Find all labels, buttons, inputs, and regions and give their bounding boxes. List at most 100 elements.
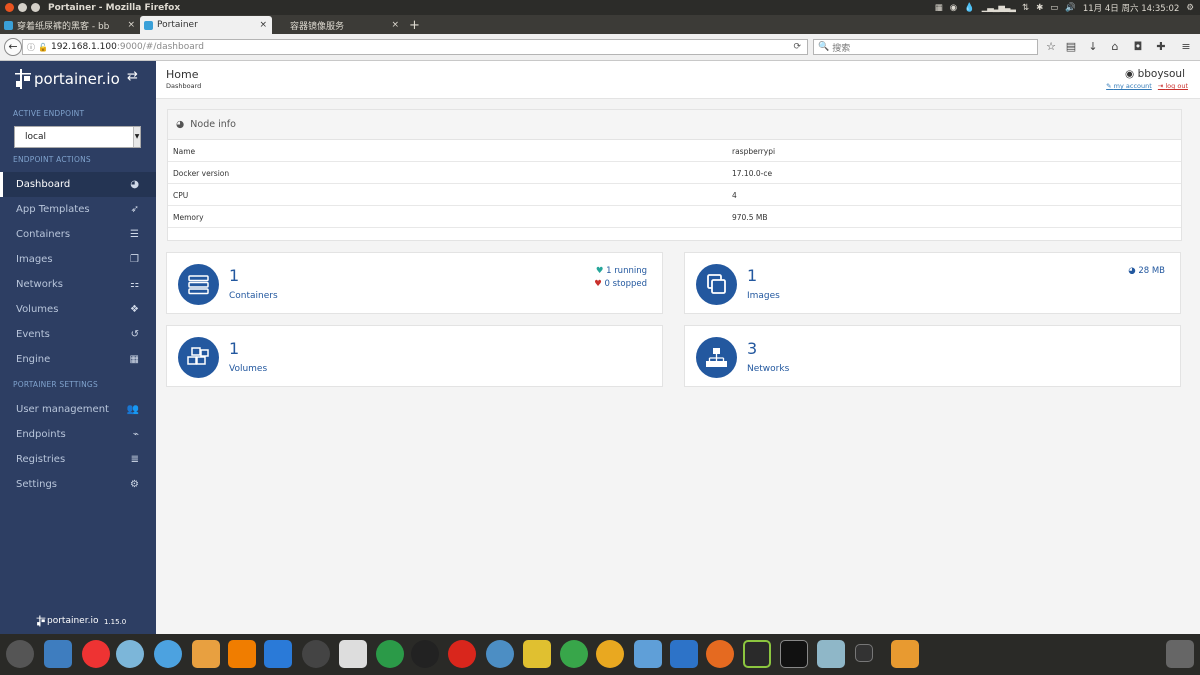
monitor-icon[interactable] [486,640,514,668]
info-icon[interactable]: ⓘ [27,42,35,53]
system-settings-icon[interactable] [6,640,34,668]
tab-portainer[interactable]: Portainer × [140,16,272,34]
sidebar-item-dashboard[interactable]: Dashboard ◕ [0,172,156,197]
history-icon: ↺ [130,329,139,340]
new-tab-button[interactable]: + [405,16,423,34]
portainer-settings-heading: PORTAINER SETTINGS [13,380,98,389]
pie-chart-icon: ◕ [1128,266,1136,276]
chevron-down-icon: ▼ [133,127,140,147]
drop-icon[interactable]: 💧 [964,3,975,13]
obs-icon[interactable] [411,640,439,668]
containers-widget[interactable]: 1 Containers ♥ 1 running ♥ 0 stopped [166,252,663,314]
menu-icon[interactable]: ≡ [1180,41,1192,53]
home-icon[interactable]: ⌂ [1109,41,1121,53]
image-viewer-icon[interactable] [192,640,220,668]
extension-icon[interactable]: ✚ [1155,41,1167,53]
close-tab-icon[interactable]: × [391,20,399,30]
breadcrumb: Dashboard [166,82,202,90]
feather-app-icon[interactable] [154,640,182,668]
node-info-key: Memory [173,213,204,222]
sidebar-item-networks[interactable]: Networks ⚏ [0,272,156,297]
portainer-logo[interactable]: portainer.io [14,65,120,93]
endpoint-actions-heading: ENDPOINT ACTIONS [13,155,91,164]
running-count: 1 running [606,266,647,276]
toggle-sidebar-icon[interactable]: ⇄ [127,69,138,84]
usb-drive-icon[interactable] [891,640,919,668]
sidebar-item-containers[interactable]: Containers ☰ [0,222,156,247]
sidebar-item-registries[interactable]: Registries ≣ [0,447,156,472]
clock[interactable]: 11月 4日 周六 14:35:02 [1083,2,1180,14]
firefox-icon[interactable] [706,640,734,668]
red-app-icon[interactable] [82,640,110,668]
bookmark-star-icon[interactable]: ☆ [1045,41,1057,53]
close-tab-icon[interactable]: × [127,20,135,30]
pycharm-icon[interactable] [743,640,771,668]
sidebar-item-engine[interactable]: Engine ▦ [0,347,156,372]
downloader-icon[interactable] [264,640,292,668]
sidebar-item-volumes[interactable]: Volumes ❖ [0,297,156,322]
reload-icon[interactable]: ⟳ [793,42,801,52]
remote-desktop-icon[interactable] [817,640,845,668]
endpoint-select[interactable]: local ▼ [14,126,141,148]
log-out-link[interactable]: ⇥ log out [1158,82,1188,90]
reading-list-icon[interactable]: ▤ [1065,41,1077,53]
sidebar-item-endpoints[interactable]: Endpoints ⌁ [0,422,156,447]
text-editor-icon[interactable] [44,640,72,668]
maximize-window-button[interactable] [31,3,40,12]
my-account-link[interactable]: ✎ my account [1106,82,1152,90]
vlc-icon[interactable] [228,640,256,668]
minimize-window-button[interactable] [18,3,27,12]
bluetooth-icon[interactable]: ✱ [1036,3,1043,13]
url-bar[interactable]: ⓘ 🔓 192.168.1.100:9000/#/dashboard ⟳ [22,39,808,55]
tab-blog[interactable]: 穿着纸尿裤的黑客 - bb × [0,16,140,34]
gitkraken-icon[interactable] [376,640,404,668]
close-tab-icon[interactable]: × [259,20,267,30]
volumes-widget[interactable]: 1 Volumes [166,325,663,387]
endpoint-value: local [25,132,46,142]
back-button[interactable]: ← [4,38,22,56]
sidebar-item-settings[interactable]: Settings ⚙ [0,472,156,497]
mixer-icon[interactable] [339,640,367,668]
transfer-icon[interactable]: ⇅ [1022,3,1029,13]
puzzle-app-icon[interactable] [523,640,551,668]
pocket-icon[interactable]: ◘ [1132,41,1144,53]
volume-icon[interactable]: 🔊 [1065,3,1076,13]
netease-music-icon[interactable] [448,640,476,668]
workspace-switcher-icon[interactable] [855,644,873,662]
battery-icon[interactable]: ▭ [1050,3,1058,13]
sidebar-item-label: Engine [16,354,51,365]
tachometer-icon: ◕ [130,179,139,190]
networks-widget[interactable]: 3 Networks [684,325,1181,387]
heartbeat-running-icon: ♥ [595,266,604,276]
images-widget[interactable]: 1 Images ◕ 28 MB [684,252,1181,314]
power-icon[interactable]: ⚙ [1186,3,1194,13]
sidebar-item-app-templates[interactable]: App Templates ➶ [0,197,156,222]
sidebar-item-events[interactable]: Events ↺ [0,322,156,347]
tachometer-icon: ◕ [176,119,185,130]
search-bar[interactable]: 🔍 搜索 [813,39,1038,55]
sidebar-item-user-management[interactable]: User management 👥 [0,397,156,422]
search-placeholder: 搜索 [832,43,851,54]
wechat-icon[interactable] [116,640,144,668]
sidebar-item-label: Registries [16,454,66,465]
file-manager-icon[interactable] [634,640,662,668]
tab-container-registry[interactable]: 容器镜像服务 × [286,16,404,34]
terminal-icon[interactable] [780,640,808,668]
chrome-icon[interactable] [596,640,624,668]
steam-icon[interactable] [670,640,698,668]
sidebar-item-images[interactable]: Images ❐ [0,247,156,272]
portainer-page: portainer.io ⇄ ACTIVE ENDPOINT local ▼ E… [0,61,1200,634]
trash-icon[interactable] [1166,640,1194,668]
page-title: Home [166,68,199,81]
grid-icon[interactable]: ▦ [935,3,943,13]
obs-tray-icon[interactable]: ◉ [950,3,957,13]
containers-label: Containers [229,291,278,301]
user-circle-icon: ◉ [1125,68,1135,80]
clone-icon [696,264,737,305]
close-window-button[interactable] [5,3,14,12]
navigation-toolbar: ← ⓘ 🔓 192.168.1.100:9000/#/dashboard ⟳ 🔍… [0,34,1200,61]
user-name: ◉ bboysoul [1125,68,1185,80]
telegram-icon[interactable] [560,640,588,668]
sublime-icon[interactable] [302,640,330,668]
download-icon[interactable]: ↓ [1087,41,1099,53]
